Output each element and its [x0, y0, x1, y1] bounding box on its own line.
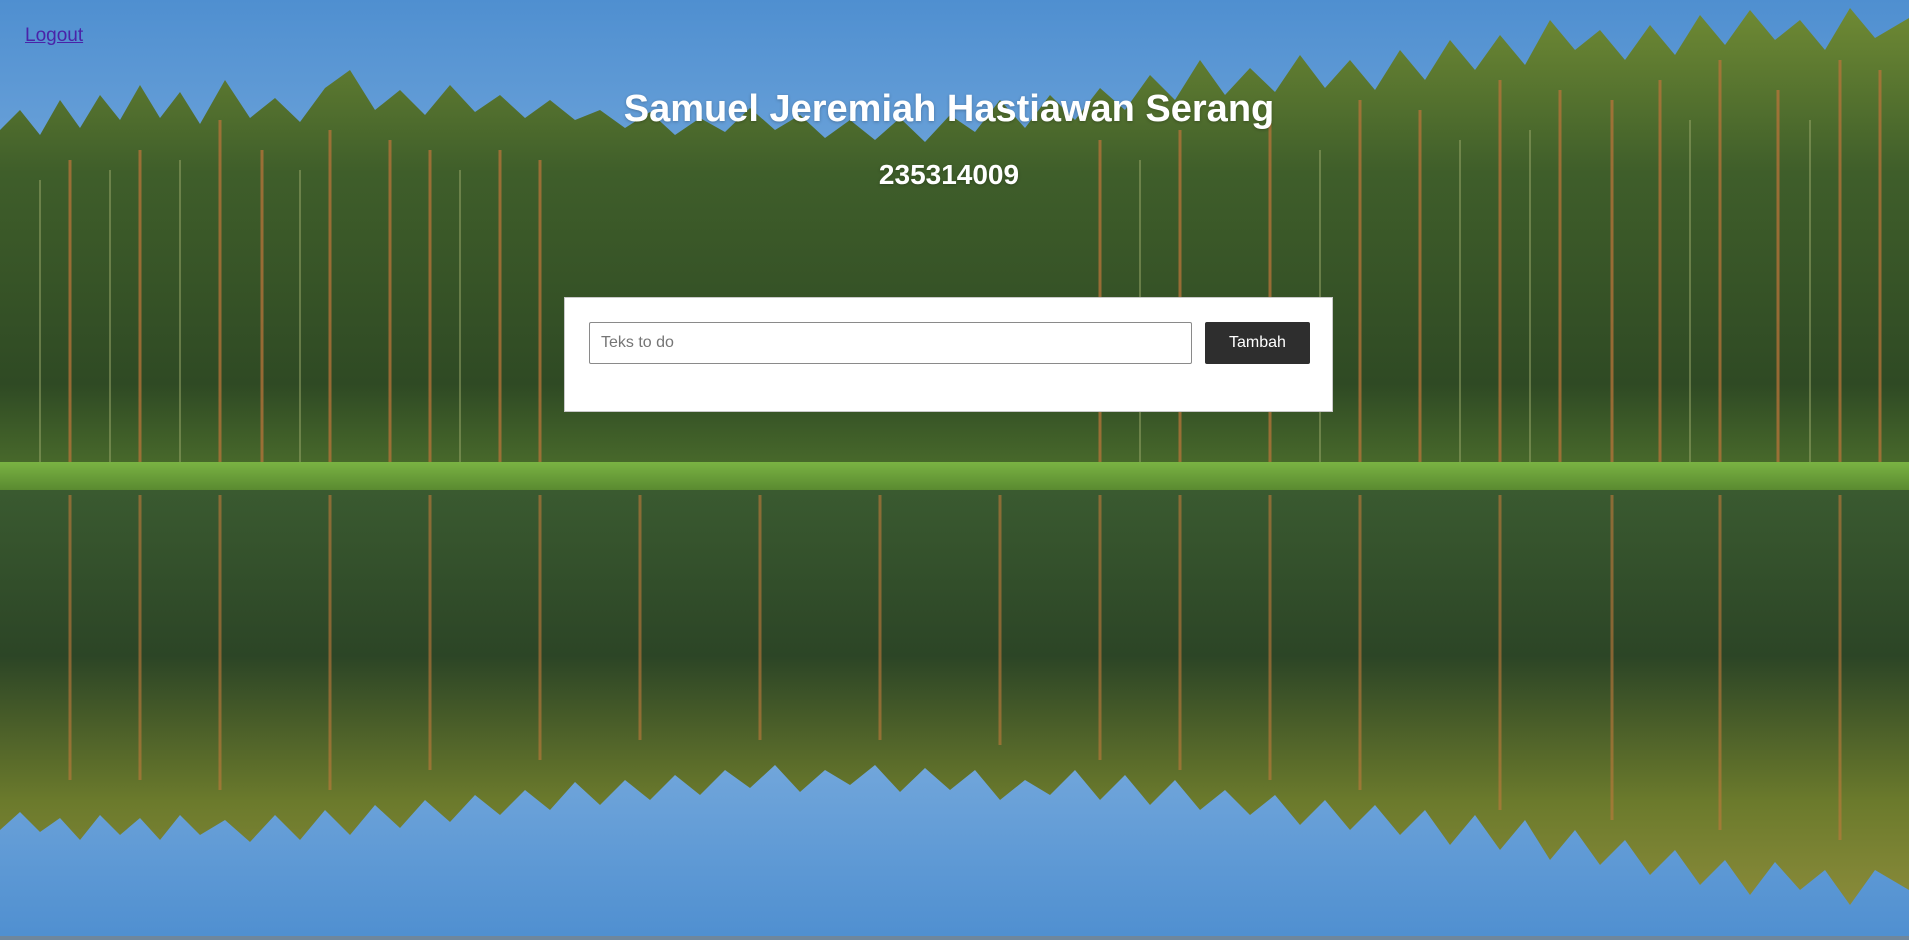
add-todo-button[interactable]: Tambah: [1205, 322, 1310, 364]
page-title: Samuel Jeremiah Hastiawan Serang: [623, 88, 1275, 130]
background-image: [0, 0, 1909, 940]
todo-form-card: Tambah: [564, 297, 1333, 412]
student-id: 235314009: [878, 159, 1020, 190]
todo-text-input[interactable]: [589, 322, 1192, 364]
logout-link[interactable]: Logout: [25, 25, 83, 47]
